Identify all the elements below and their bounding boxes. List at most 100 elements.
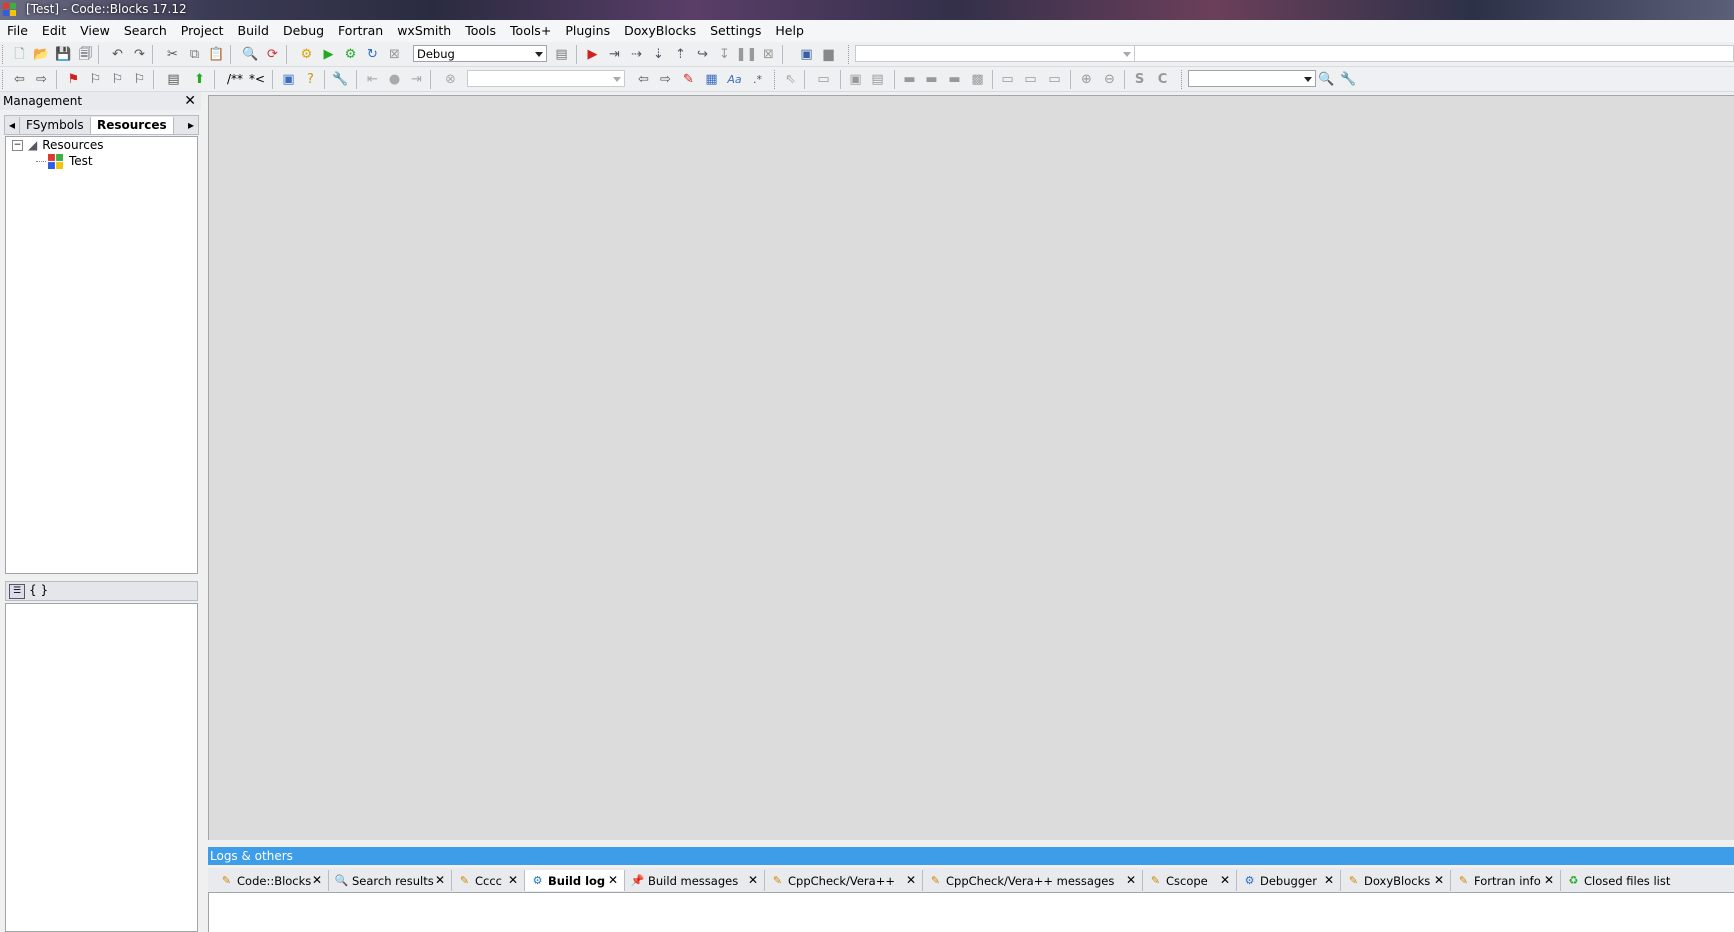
zoom-in-icon[interactable]: ⊕ bbox=[1078, 71, 1095, 88]
step-into-icon[interactable]: ⇣ bbox=[650, 46, 667, 63]
log-tab-cscope[interactable]: ✎ Cscope ✕ bbox=[1143, 870, 1237, 891]
search-prev-icon[interactable]: ⇦ bbox=[635, 71, 652, 88]
undo-icon[interactable]: ↶ bbox=[109, 46, 126, 63]
close-icon[interactable]: ✕ bbox=[184, 92, 196, 110]
next-bookmark-icon[interactable]: ⚐ bbox=[109, 71, 126, 88]
menu-debug[interactable]: Debug bbox=[276, 20, 331, 42]
editor-area[interactable] bbox=[208, 95, 1734, 840]
align-bottom-icon[interactable]: ▬ bbox=[946, 71, 963, 88]
debug-start-icon[interactable]: ▶ bbox=[584, 46, 601, 63]
run-to-cursor-icon[interactable]: ⇥ bbox=[606, 46, 623, 63]
menu-fortran[interactable]: Fortran bbox=[331, 20, 390, 42]
zoom-out-icon[interactable]: ⊖ bbox=[1101, 71, 1118, 88]
open-folder-icon[interactable]: 📂 bbox=[33, 46, 50, 63]
widget-grid-icon[interactable]: ▤ bbox=[869, 71, 886, 88]
menu-project[interactable]: Project bbox=[174, 20, 231, 42]
expand-icon[interactable]: ▩ bbox=[969, 71, 986, 88]
close-icon[interactable]: ✕ bbox=[608, 873, 618, 887]
debug-windows-icon[interactable]: ▣ bbox=[798, 46, 815, 63]
redo-icon[interactable]: ↷ bbox=[131, 46, 148, 63]
close-icon[interactable]: ✕ bbox=[435, 873, 445, 887]
symbols-braces-label[interactable]: { } bbox=[29, 583, 48, 597]
run-icon[interactable]: ▶ bbox=[320, 46, 337, 63]
toggle-bookmark-icon[interactable]: ⚑ bbox=[65, 71, 82, 88]
regex-icon[interactable]: .* bbox=[749, 71, 766, 88]
save-all-icon[interactable]: 🗐 bbox=[77, 46, 94, 63]
pointer-icon[interactable]: ⇖ bbox=[782, 71, 799, 88]
new-file-icon[interactable]: 🗋 bbox=[11, 46, 28, 63]
border-left-icon[interactable]: ▭ bbox=[999, 71, 1016, 88]
log-tab-codeblocks[interactable]: ✎ Code::Blocks ✕ bbox=[214, 870, 329, 891]
replace-icon[interactable]: ⟳ bbox=[264, 46, 281, 63]
close-icon[interactable]: ✕ bbox=[1324, 873, 1334, 887]
menu-edit[interactable]: Edit bbox=[35, 20, 73, 42]
log-tab-debugger[interactable]: ⚙ Debugger ✕ bbox=[1237, 870, 1341, 891]
wrench-icon[interactable]: 🔧 bbox=[332, 71, 349, 88]
menu-doxyblocks[interactable]: DoxyBlocks bbox=[617, 20, 703, 42]
symbol-search-input[interactable] bbox=[1188, 70, 1316, 87]
tab-scroll-right-icon[interactable]: ▸ bbox=[184, 117, 198, 134]
log-tab-build-messages[interactable]: 📌 Build messages ✕ bbox=[625, 870, 765, 891]
tab-fsymbols[interactable]: FSymbols bbox=[19, 117, 90, 134]
rebuild-icon[interactable]: ↻ bbox=[364, 46, 381, 63]
symbols-view-icon[interactable]: ☰ bbox=[9, 584, 25, 599]
chm-help-icon[interactable]: ? bbox=[302, 71, 319, 88]
stop-debugger-icon[interactable]: ⊠ bbox=[760, 46, 777, 63]
tab-scroll-left-icon[interactable]: ◂ bbox=[5, 117, 19, 134]
menu-wxsmith[interactable]: wxSmith bbox=[390, 20, 458, 42]
find-icon[interactable]: 🔍 bbox=[242, 46, 259, 63]
align-center-icon[interactable]: ▬ bbox=[923, 71, 940, 88]
debug-info-icon[interactable]: ▆ bbox=[820, 46, 837, 63]
doxy-run-icon[interactable]: ⬆ bbox=[191, 71, 208, 88]
step-out-icon[interactable]: ⇡ bbox=[672, 46, 689, 63]
clear-bookmarks-icon[interactable]: ⚐ bbox=[131, 71, 148, 88]
border-right-icon[interactable]: ▭ bbox=[1046, 71, 1063, 88]
menu-help[interactable]: Help bbox=[768, 20, 811, 42]
incremental-search-input[interactable] bbox=[467, 70, 625, 87]
code-function-select[interactable] bbox=[1135, 45, 1734, 62]
menu-plugins[interactable]: Plugins bbox=[558, 20, 617, 42]
close-icon[interactable]: ✕ bbox=[748, 873, 758, 887]
log-tab-build-log[interactable]: ⚙ Build log ✕ bbox=[525, 870, 625, 891]
toolbar-grip[interactable] bbox=[2, 45, 6, 64]
code-scope-select[interactable] bbox=[855, 45, 1135, 62]
symbol-s-icon[interactable]: S bbox=[1131, 71, 1148, 88]
abort-icon[interactable]: ⊠ bbox=[386, 46, 403, 63]
cut-icon[interactable]: ✂ bbox=[164, 46, 181, 63]
close-icon[interactable]: ✕ bbox=[1220, 873, 1230, 887]
widget-sizer-icon[interactable]: ▣ bbox=[847, 71, 864, 88]
prev-bookmark-icon[interactable]: ⚐ bbox=[87, 71, 104, 88]
save-icon[interactable]: 💾 bbox=[55, 46, 72, 63]
menu-settings[interactable]: Settings bbox=[703, 20, 768, 42]
close-icon[interactable]: ✕ bbox=[906, 873, 916, 887]
vertical-splitter[interactable] bbox=[201, 92, 208, 932]
symbol-settings-icon[interactable]: 🔧 bbox=[1340, 71, 1357, 88]
clear-search-icon[interactable]: ⊗ bbox=[442, 71, 459, 88]
menu-view[interactable]: View bbox=[73, 20, 117, 42]
prev-definition-icon[interactable]: ⇤ bbox=[364, 71, 381, 88]
symbol-search-icon[interactable]: 🔍 bbox=[1318, 71, 1335, 88]
target-options-icon[interactable]: ▤ bbox=[553, 46, 570, 63]
log-tab-fortran-info[interactable]: ✎ Fortran info ✕ bbox=[1451, 870, 1561, 891]
tree-item-resources[interactable]: − ◢ Resources bbox=[12, 137, 104, 154]
log-tab-closed-files[interactable]: ♻ Closed files list bbox=[1561, 870, 1734, 891]
close-icon[interactable]: ✕ bbox=[1544, 873, 1554, 887]
html-help-icon[interactable]: ▣ bbox=[280, 71, 297, 88]
align-top-icon[interactable]: ▬ bbox=[901, 71, 918, 88]
log-tab-cppcheck-messages[interactable]: ✎ CppCheck/Vera++ messages ✕ bbox=[923, 870, 1143, 891]
jump-forward-icon[interactable]: ⇨ bbox=[33, 71, 50, 88]
jump-back-icon[interactable]: ⇦ bbox=[11, 71, 28, 88]
build-and-run-icon[interactable]: ⚙ bbox=[342, 46, 359, 63]
symbol-c-icon[interactable]: C bbox=[1154, 71, 1171, 88]
log-tab-search-results[interactable]: 🔍 Search results ✕ bbox=[329, 870, 452, 891]
close-icon[interactable]: ✕ bbox=[1126, 873, 1136, 887]
collapse-toggle-icon[interactable]: − bbox=[12, 140, 23, 151]
tab-resources[interactable]: Resources bbox=[90, 117, 174, 134]
toolbar-grip[interactable] bbox=[2, 70, 6, 89]
next-instruction-icon[interactable]: ↪ bbox=[694, 46, 711, 63]
menu-build[interactable]: Build bbox=[231, 20, 276, 42]
step-into-instruction-icon[interactable]: ↧ bbox=[716, 46, 733, 63]
menu-search[interactable]: Search bbox=[117, 20, 174, 42]
record-icon[interactable]: ● bbox=[386, 71, 403, 88]
comment-line-button[interactable]: *< bbox=[246, 71, 268, 88]
